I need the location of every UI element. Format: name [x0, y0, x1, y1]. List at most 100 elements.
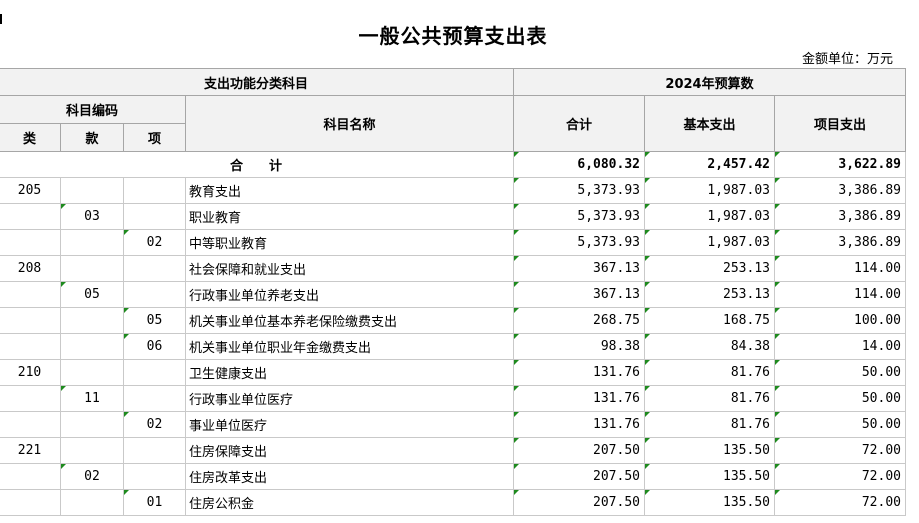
- subject-name-cell[interactable]: 卫生健康支出: [185, 359, 514, 386]
- subject-name-cell[interactable]: 机关事业单位基本养老保险缴费支出: [185, 307, 514, 334]
- basic-cell[interactable]: 1,987.03: [644, 229, 775, 256]
- subject-name-cell[interactable]: 事业单位医疗: [185, 411, 514, 438]
- project-cell[interactable]: 72.00: [774, 489, 906, 516]
- total-cell[interactable]: 268.75: [513, 307, 645, 334]
- lei-code-cell[interactable]: 221: [0, 437, 61, 464]
- project-cell[interactable]: 14.00: [774, 333, 906, 360]
- project-cell[interactable]: 100.00: [774, 307, 906, 334]
- subject-name-cell[interactable]: 教育支出: [185, 177, 514, 204]
- project-amount[interactable]: 3,622.89: [774, 151, 906, 178]
- xiang-code-cell[interactable]: 05: [123, 307, 186, 334]
- lei-code-cell[interactable]: 210: [0, 359, 61, 386]
- lei-code-cell[interactable]: [0, 281, 61, 308]
- xiang-code-cell[interactable]: 06: [123, 333, 186, 360]
- kuan-code-cell[interactable]: [60, 411, 124, 438]
- total-cell[interactable]: 367.13: [513, 255, 645, 282]
- lei-code-cell[interactable]: [0, 333, 61, 360]
- lei-code-cell[interactable]: [0, 229, 61, 256]
- header-basic[interactable]: 基本支出: [644, 95, 775, 152]
- kuan-code-cell[interactable]: [60, 255, 124, 282]
- basic-cell[interactable]: 135.50: [644, 463, 775, 490]
- header-project[interactable]: 项目支出: [774, 95, 906, 152]
- xiang-code-cell[interactable]: 01: [123, 489, 186, 516]
- basic-cell[interactable]: 168.75: [644, 307, 775, 334]
- kuan-code-cell[interactable]: [60, 177, 124, 204]
- lei-code-cell[interactable]: [0, 411, 61, 438]
- xiang-code-cell[interactable]: [123, 255, 186, 282]
- xiang-code-cell[interactable]: [123, 463, 186, 490]
- lei-code-cell[interactable]: 208: [0, 255, 61, 282]
- project-cell[interactable]: 3,386.89: [774, 229, 906, 256]
- basic-cell[interactable]: 135.50: [644, 437, 775, 464]
- xiang-code-cell[interactable]: 02: [123, 411, 186, 438]
- header-category-group[interactable]: 支出功能分类科目: [0, 68, 514, 96]
- basic-cell[interactable]: 84.38: [644, 333, 775, 360]
- lei-code-cell[interactable]: [0, 463, 61, 490]
- xiang-code-cell[interactable]: [123, 281, 186, 308]
- lei-code-cell[interactable]: [0, 203, 61, 230]
- basic-cell[interactable]: 1,987.03: [644, 177, 775, 204]
- header-code-group[interactable]: 科目编码: [0, 95, 186, 124]
- basic-cell[interactable]: 135.50: [644, 489, 775, 516]
- total-cell[interactable]: 207.50: [513, 437, 645, 464]
- subject-name-cell[interactable]: 行政事业单位养老支出: [185, 281, 514, 308]
- kuan-code-cell[interactable]: 03: [60, 203, 124, 230]
- basic-cell[interactable]: 81.76: [644, 359, 775, 386]
- project-cell[interactable]: 3,386.89: [774, 177, 906, 204]
- total-cell[interactable]: 367.13: [513, 281, 645, 308]
- subject-name-cell[interactable]: 住房保障支出: [185, 437, 514, 464]
- total-cell[interactable]: 5,373.93: [513, 177, 645, 204]
- lei-code-cell[interactable]: [0, 489, 61, 516]
- total-cell[interactable]: 131.76: [513, 359, 645, 386]
- total-amount[interactable]: 6,080.32: [513, 151, 645, 178]
- kuan-code-cell[interactable]: [60, 333, 124, 360]
- subject-name-cell[interactable]: 中等职业教育: [185, 229, 514, 256]
- total-label[interactable]: 合 计: [0, 151, 514, 178]
- project-cell[interactable]: 114.00: [774, 255, 906, 282]
- total-cell[interactable]: 5,373.93: [513, 229, 645, 256]
- lei-code-cell[interactable]: [0, 307, 61, 334]
- total-cell[interactable]: 131.76: [513, 411, 645, 438]
- project-cell[interactable]: 3,386.89: [774, 203, 906, 230]
- basic-cell[interactable]: 253.13: [644, 255, 775, 282]
- lei-code-cell[interactable]: 205: [0, 177, 61, 204]
- basic-cell[interactable]: 81.76: [644, 411, 775, 438]
- xiang-code-cell[interactable]: [123, 385, 186, 412]
- kuan-code-cell[interactable]: 02: [60, 463, 124, 490]
- project-cell[interactable]: 114.00: [774, 281, 906, 308]
- basic-cell[interactable]: 81.76: [644, 385, 775, 412]
- subject-name-cell[interactable]: 住房改革支出: [185, 463, 514, 490]
- subject-name-cell[interactable]: 行政事业单位医疗: [185, 385, 514, 412]
- kuan-code-cell[interactable]: 11: [60, 385, 124, 412]
- xiang-code-cell[interactable]: [123, 359, 186, 386]
- header-name[interactable]: 科目名称: [185, 95, 514, 152]
- project-cell[interactable]: 72.00: [774, 463, 906, 490]
- kuan-code-cell[interactable]: 05: [60, 281, 124, 308]
- kuan-code-cell[interactable]: [60, 307, 124, 334]
- header-budget-group[interactable]: 2024年预算数: [513, 68, 906, 96]
- xiang-code-cell[interactable]: [123, 437, 186, 464]
- total-cell[interactable]: 207.50: [513, 489, 645, 516]
- subject-name-cell[interactable]: 机关事业单位职业年金缴费支出: [185, 333, 514, 360]
- header-total[interactable]: 合计: [513, 95, 645, 152]
- kuan-code-cell[interactable]: [60, 437, 124, 464]
- xiang-code-cell[interactable]: [123, 177, 186, 204]
- subject-name-cell[interactable]: 住房公积金: [185, 489, 514, 516]
- total-cell[interactable]: 5,373.93: [513, 203, 645, 230]
- kuan-code-cell[interactable]: [60, 359, 124, 386]
- subject-name-cell[interactable]: 职业教育: [185, 203, 514, 230]
- lei-code-cell[interactable]: [0, 385, 61, 412]
- total-cell[interactable]: 131.76: [513, 385, 645, 412]
- header-xiang[interactable]: 项: [123, 123, 186, 152]
- project-cell[interactable]: 50.00: [774, 411, 906, 438]
- basic-cell[interactable]: 1,987.03: [644, 203, 775, 230]
- header-kuan[interactable]: 款: [60, 123, 124, 152]
- project-cell[interactable]: 50.00: [774, 385, 906, 412]
- kuan-code-cell[interactable]: [60, 229, 124, 256]
- project-cell[interactable]: 50.00: [774, 359, 906, 386]
- xiang-code-cell[interactable]: 02: [123, 229, 186, 256]
- project-cell[interactable]: 72.00: [774, 437, 906, 464]
- subject-name-cell[interactable]: 社会保障和就业支出: [185, 255, 514, 282]
- total-cell[interactable]: 98.38: [513, 333, 645, 360]
- kuan-code-cell[interactable]: [60, 489, 124, 516]
